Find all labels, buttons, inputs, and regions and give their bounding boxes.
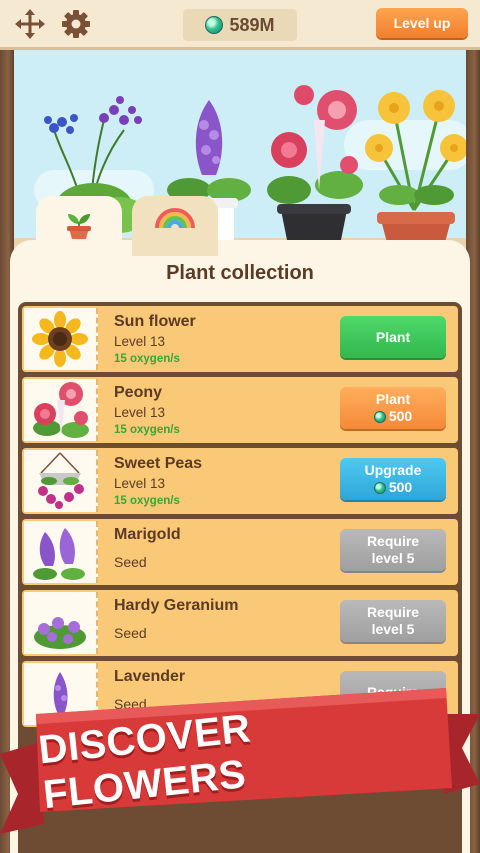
- peony-plant-illustration: [267, 85, 363, 250]
- plant-name: Sun flower: [114, 313, 196, 330]
- level-up-button[interactable]: Level up: [376, 8, 468, 38]
- plant-status: Seed: [114, 554, 147, 570]
- plant-oxygen-rate: 15 oxygen/s: [114, 424, 180, 436]
- currency-value: 589M: [229, 14, 275, 35]
- plant-name: Hardy Geranium: [114, 597, 239, 614]
- plant-name: Peony: [114, 384, 163, 401]
- upgrade-button-label: Upgrade: [364, 462, 422, 478]
- plant-button[interactable]: Plant: [340, 316, 446, 358]
- top-bar: 589M Level up: [0, 0, 480, 50]
- gem-icon: [205, 16, 224, 34]
- locked-label-line2: level 5: [371, 550, 415, 566]
- plant-button-label: Plant: [375, 391, 411, 407]
- locked-button[interactable]: Require level 5: [340, 529, 446, 571]
- panel-title: Plant collection: [166, 262, 314, 284]
- buttercup-plant-illustration: [365, 90, 466, 250]
- locked-label-line2: level 5: [371, 621, 415, 637]
- plant-oxygen-rate: 15 oxygen/s: [114, 495, 180, 507]
- price-value: 500: [388, 408, 413, 424]
- plant-name: Marigold: [114, 526, 181, 543]
- marigold-thumbnail: [24, 521, 98, 583]
- price-tag: 500: [373, 479, 413, 496]
- plant-level: Level 13: [114, 476, 166, 491]
- list-item: Peony Level 13 15 oxygen/s Plant 500: [22, 377, 458, 443]
- price-value: 500: [388, 479, 413, 495]
- plant-button-label: Plant: [375, 328, 411, 345]
- plant-level: Level 13: [114, 405, 166, 420]
- upgrade-button[interactable]: Upgrade 500: [340, 458, 446, 500]
- locked-label-line1: Require: [366, 604, 420, 620]
- plant-buy-button[interactable]: Plant 500: [340, 387, 446, 429]
- peony-thumbnail: [24, 379, 98, 441]
- gem-icon: [373, 481, 386, 494]
- list-item: Sun flower Level 13 15 oxygen/s Plant: [22, 306, 458, 372]
- sweet-peas-thumbnail: [24, 450, 98, 512]
- plant-level: Level 13: [114, 334, 166, 349]
- plant-status: Seed: [114, 625, 147, 641]
- list-item: Marigold Seed Require level 5: [22, 519, 458, 585]
- sunflower-thumbnail: [24, 308, 98, 370]
- locked-label-line1: Require: [366, 533, 420, 549]
- gem-icon: [373, 410, 386, 423]
- list-item: Hardy Geranium Seed Require level 5: [22, 590, 458, 656]
- move-arrows-icon[interactable]: [14, 8, 46, 40]
- currency-display: 589M: [183, 9, 297, 41]
- rainbow-icon: [155, 208, 195, 229]
- plant-oxygen-rate: 15 oxygen/s: [114, 353, 180, 365]
- tab-decorations[interactable]: [132, 196, 218, 256]
- locked-button[interactable]: Require level 5: [340, 600, 446, 642]
- list-item: Sweet Peas Level 13 15 oxygen/s Upgrade …: [22, 448, 458, 514]
- price-tag: 500: [373, 408, 413, 425]
- sprout-pot-icon: [67, 214, 91, 239]
- hardy-geranium-thumbnail: [24, 592, 98, 654]
- plant-name: Sweet Peas: [114, 455, 203, 472]
- tab-plants[interactable]: [36, 196, 122, 256]
- gear-icon[interactable]: [60, 8, 92, 40]
